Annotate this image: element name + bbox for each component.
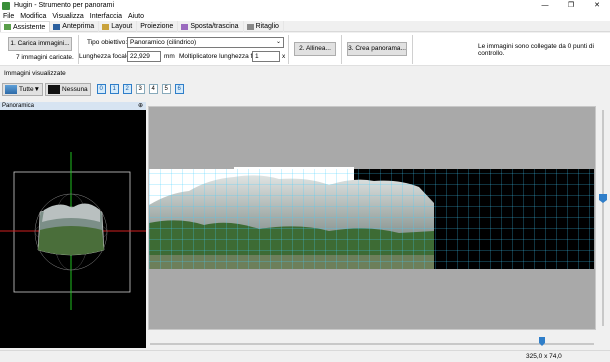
tab-label: Anteprima (62, 23, 95, 30)
layout-icon (102, 23, 110, 30)
tab-anteprima[interactable]: Anteprima (50, 21, 100, 32)
chevron-down-icon: ⌄ (275, 39, 281, 45)
multiplier-value: 1 (255, 53, 259, 60)
maximize-icon[interactable]: ❐ (558, 0, 584, 11)
separator (412, 35, 413, 64)
multiplier-input[interactable]: 1 (252, 51, 280, 62)
horizontal-fov-slider[interactable] (148, 336, 596, 348)
hugin-window: Hugin - Strumento per panorami — ❐ ✕ Fil… (0, 0, 610, 362)
align-button[interactable]: 2. Allinea... (294, 42, 336, 56)
separator (288, 35, 289, 64)
lens-type-value: Panoramico (cilindrico) (130, 39, 197, 46)
image-toggle-4[interactable]: 4 (148, 84, 158, 94)
multiplier-unit: x (282, 53, 286, 60)
canvas-dimensions: 325,0 x 74,0 (526, 353, 562, 360)
show-none-label: Nessuna (62, 85, 88, 93)
focal-length-label: Lunghezza focale: (79, 53, 132, 60)
panorama-trees (38, 226, 104, 255)
tab-label: Sposta/trascina (190, 23, 239, 30)
tab-label: Assistente (13, 23, 46, 31)
focal-length-input[interactable]: 22,929 (127, 51, 161, 62)
focal-unit: mm (164, 53, 175, 60)
panorama-preview[interactable] (148, 106, 596, 330)
tab-assistente[interactable]: Assistente (0, 21, 51, 32)
show-all-label: Tutte▼ (19, 85, 41, 93)
window-title: Hugin - Strumento per panorami (14, 2, 114, 9)
control-points-status: Le immagini sono collegate da 0 punti di… (478, 43, 594, 57)
loaded-images-text: 7 immagini caricate. (16, 54, 74, 61)
horizontal-slider-svg (150, 337, 594, 346)
tab-label: Layout (111, 23, 133, 30)
hugin-app-icon (2, 1, 10, 10)
crop-icon (246, 23, 254, 30)
tab-sposta-trascina[interactable]: Sposta/trascina (178, 21, 244, 32)
menu-file[interactable]: File (3, 13, 14, 20)
minimize-icon[interactable]: — (532, 0, 558, 11)
tab-ritaglio[interactable]: Ritaglio (244, 21, 284, 32)
window-controls: — ❐ ✕ (532, 0, 610, 11)
status-bar: 325,0 x 74,0 (0, 350, 610, 362)
menu-modifica[interactable]: Modifica (20, 13, 46, 20)
tab-bar: Assistente Anteprima Layout Proiezione S… (0, 21, 610, 32)
show-none-button[interactable]: Nessuna (45, 82, 91, 96)
create-panorama-button[interactable]: 3. Crea panorama... (347, 42, 407, 56)
focal-length-value: 22,929 (130, 53, 150, 60)
tab-label: Proiezione (140, 23, 174, 30)
vertical-fov-slider[interactable] (596, 106, 610, 330)
grid-overlay (149, 169, 594, 269)
wand-icon (4, 24, 11, 30)
image-toggle-1[interactable]: 1 (109, 84, 119, 94)
image-toggle-5[interactable]: 5 (161, 84, 171, 94)
pin-icon[interactable]: ⊕ (138, 102, 143, 110)
panorama-preview-svg (149, 167, 594, 269)
overview-3d-view[interactable] (0, 110, 146, 348)
move-icon (181, 23, 189, 30)
tab-layout[interactable]: Layout (99, 21, 138, 32)
tab-proiezione[interactable]: Proiezione (137, 21, 179, 32)
visible-images-label: Immagini visualizzate (4, 70, 66, 77)
tab-label: Ritaglio (255, 23, 279, 30)
show-all-button[interactable]: Tutte▼ (2, 82, 44, 96)
image-stack-icon (5, 84, 17, 94)
assistant-panel: 1. Carica immagini... 7 immagini caricat… (0, 33, 610, 66)
menu-interfaccia[interactable]: Interfaccia (90, 13, 122, 20)
lens-type-select[interactable]: Panoramico (cilindrico) ⌄ (127, 37, 284, 48)
image-toggle-0[interactable]: 0 (96, 84, 106, 94)
load-images-button[interactable]: 1. Carica immagini... (8, 37, 72, 51)
close-icon[interactable]: ✕ (584, 0, 610, 11)
overview-panel-header: Panoramica ⊕ (0, 102, 146, 110)
title-bar: Hugin - Strumento per panorami — ❐ ✕ (0, 0, 610, 11)
overview-title: Panoramica (2, 103, 35, 109)
visible-images-toolbar: Tutte▼ Nessuna 0 1 2 3 4 5 6 (2, 82, 184, 96)
menu-bar: File Modifica Visualizza Interfaccia Aiu… (0, 11, 610, 21)
blank-image-icon (48, 84, 61, 94)
image-toggle-6[interactable]: 6 (174, 84, 184, 94)
preview-icon (53, 23, 61, 30)
vertical-slider-svg (599, 110, 607, 326)
menu-aiuto[interactable]: Aiuto (128, 13, 144, 20)
menu-visualizza[interactable]: Visualizza (52, 13, 83, 20)
overview-sphere-svg (0, 152, 146, 310)
image-toggle-3[interactable]: 3 (135, 84, 145, 94)
image-toggle-2[interactable]: 2 (122, 84, 132, 94)
vertical-slider-thumb[interactable] (599, 194, 607, 203)
lens-type-label: Tipo obiettivo: (87, 39, 128, 46)
separator (341, 35, 342, 64)
